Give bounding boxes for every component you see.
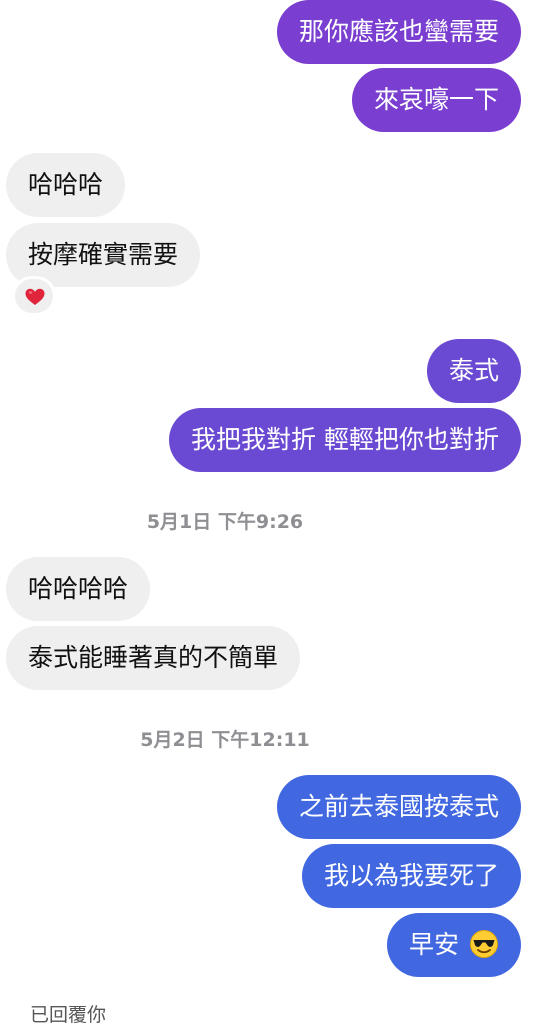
outgoing-message[interactable]: 早安 xyxy=(387,913,521,977)
timestamp: 5月1日 下午9:26 xyxy=(146,511,304,533)
outgoing-message[interactable]: 那你應該也蠻需要 xyxy=(276,0,521,64)
outgoing-message[interactable]: 之前去泰國按泰式 xyxy=(276,775,521,839)
message-text: 那你應該也蠻需要 xyxy=(298,17,499,46)
outgoing-message[interactable]: 我以為我要死了 xyxy=(301,844,521,908)
outgoing-message[interactable]: 泰式 xyxy=(426,339,521,403)
timestamp: 5月2日 下午12:11 xyxy=(140,729,310,751)
message-text: 我把我對折 輕輕把你也對折 xyxy=(191,425,499,454)
message-text: 來哀嚎一下 xyxy=(373,85,499,114)
incoming-message[interactable]: 哈哈哈哈 xyxy=(6,557,151,621)
outgoing-message[interactable]: 來哀嚎一下 xyxy=(351,68,521,132)
message-text: 按摩確實需要 xyxy=(28,240,179,269)
message-text: 我以為我要死了 xyxy=(323,861,499,890)
message-text: 泰式 xyxy=(448,356,499,385)
message-text: 之前去泰國按泰式 xyxy=(298,792,499,821)
message-text: 泰式能睡著真的不簡單 xyxy=(28,643,279,672)
message-text: 早安 xyxy=(409,930,460,959)
red-heart-icon xyxy=(25,288,45,305)
message-reaction[interactable] xyxy=(12,276,56,316)
outgoing-message[interactable]: 我把我對折 輕輕把你也對折 xyxy=(169,408,521,472)
incoming-message[interactable]: 哈哈哈 xyxy=(6,153,126,217)
seen-status: 已回覆你 xyxy=(30,1004,107,1024)
message-text: 哈哈哈哈 xyxy=(28,574,129,603)
incoming-message[interactable]: 泰式能睡著真的不簡單 xyxy=(6,626,301,690)
chat-thread: 那你應該也蠻需要 來哀嚎一下 哈哈哈 按摩確實需要 泰式 我把我對折 輕輕把你也… xyxy=(0,0,533,1024)
sunglasses-face-icon xyxy=(470,930,498,958)
message-text: 哈哈哈 xyxy=(28,170,104,199)
